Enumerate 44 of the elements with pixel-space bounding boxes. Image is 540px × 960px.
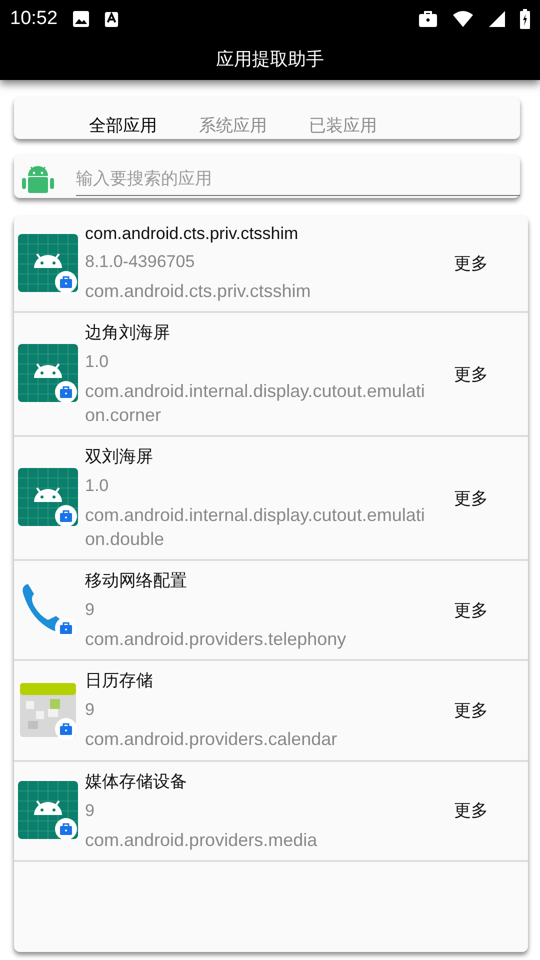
app-name: 边角刘海屏	[85, 322, 171, 344]
app-row[interactable]: 媒体存储设备 9 com.android.providers.media 更多	[14, 762, 528, 862]
app-title: 应用提取助手	[216, 48, 324, 71]
more-button[interactable]: 更多	[450, 594, 492, 626]
app-row[interactable]: 双刘海屏 1.0 com.android.internal.display.cutout.emulation.double 更多	[14, 437, 528, 561]
more-button[interactable]: 更多	[450, 482, 492, 514]
app-row[interactable]: 日历存储 9 com.android.providers.calendar 更多	[14, 661, 528, 762]
android-app-icon	[18, 234, 78, 294]
app-version: 1.0	[85, 352, 110, 372]
battery-icon	[520, 9, 530, 29]
more-button[interactable]: 更多	[450, 695, 492, 726]
wifi-icon	[452, 10, 474, 28]
app-name: 双刘海屏	[85, 446, 154, 468]
app-row[interactable]: 移动网络配置 9 com.android.providers.telephony 更多	[14, 560, 528, 662]
briefcase-icon	[418, 10, 438, 28]
tab[interactable]: 全部应用	[78, 114, 168, 139]
app-version: 9	[85, 800, 96, 821]
more-button[interactable]: 更多	[450, 248, 492, 280]
signal-icon	[488, 10, 506, 28]
package-name: com.android.providers.telephony	[85, 628, 348, 651]
package-name: com.android.providers.calendar	[85, 728, 338, 752]
more-button[interactable]: 更多	[450, 358, 492, 390]
app-version: 9	[85, 600, 96, 620]
package-name: com.android.internal.display.cutout.emulation.corner	[85, 380, 426, 427]
app-row[interactable]: com.android.cts.priv.ctsshim 8.1.0-4396705 com.android.cts.priv.ctsshim 更多	[14, 216, 528, 314]
android-app-icon	[18, 468, 78, 528]
more-button[interactable]: 更多	[450, 795, 492, 826]
package-name: com.android.providers.media	[85, 828, 318, 852]
app-version: 9	[85, 700, 96, 720]
app-name: 移动网络配置	[85, 570, 188, 592]
app-version: 8.1.0-4396705	[85, 252, 196, 272]
font-icon	[104, 10, 119, 28]
search-field[interactable]: 输入要搜索的应用	[14, 155, 520, 198]
package-name: com.android.internal.display.cutout.emulation.double	[85, 504, 426, 551]
app-name: com.android.cts.priv.ctsshim	[85, 224, 300, 244]
android-app-icon	[18, 344, 78, 404]
app-row[interactable]: 边角刘海屏 1.0 com.android.internal.display.cutout.emulation.corner 更多	[14, 313, 528, 438]
app-version: 1.0	[85, 476, 110, 496]
status-time: 10:52	[10, 8, 58, 30]
package-name: com.android.cts.priv.ctsshim	[85, 280, 312, 303]
android-app-icon	[18, 780, 78, 841]
app-name: 媒体存储设备	[85, 770, 188, 793]
image-icon	[72, 10, 90, 28]
app-name: 日历存储	[85, 670, 154, 692]
